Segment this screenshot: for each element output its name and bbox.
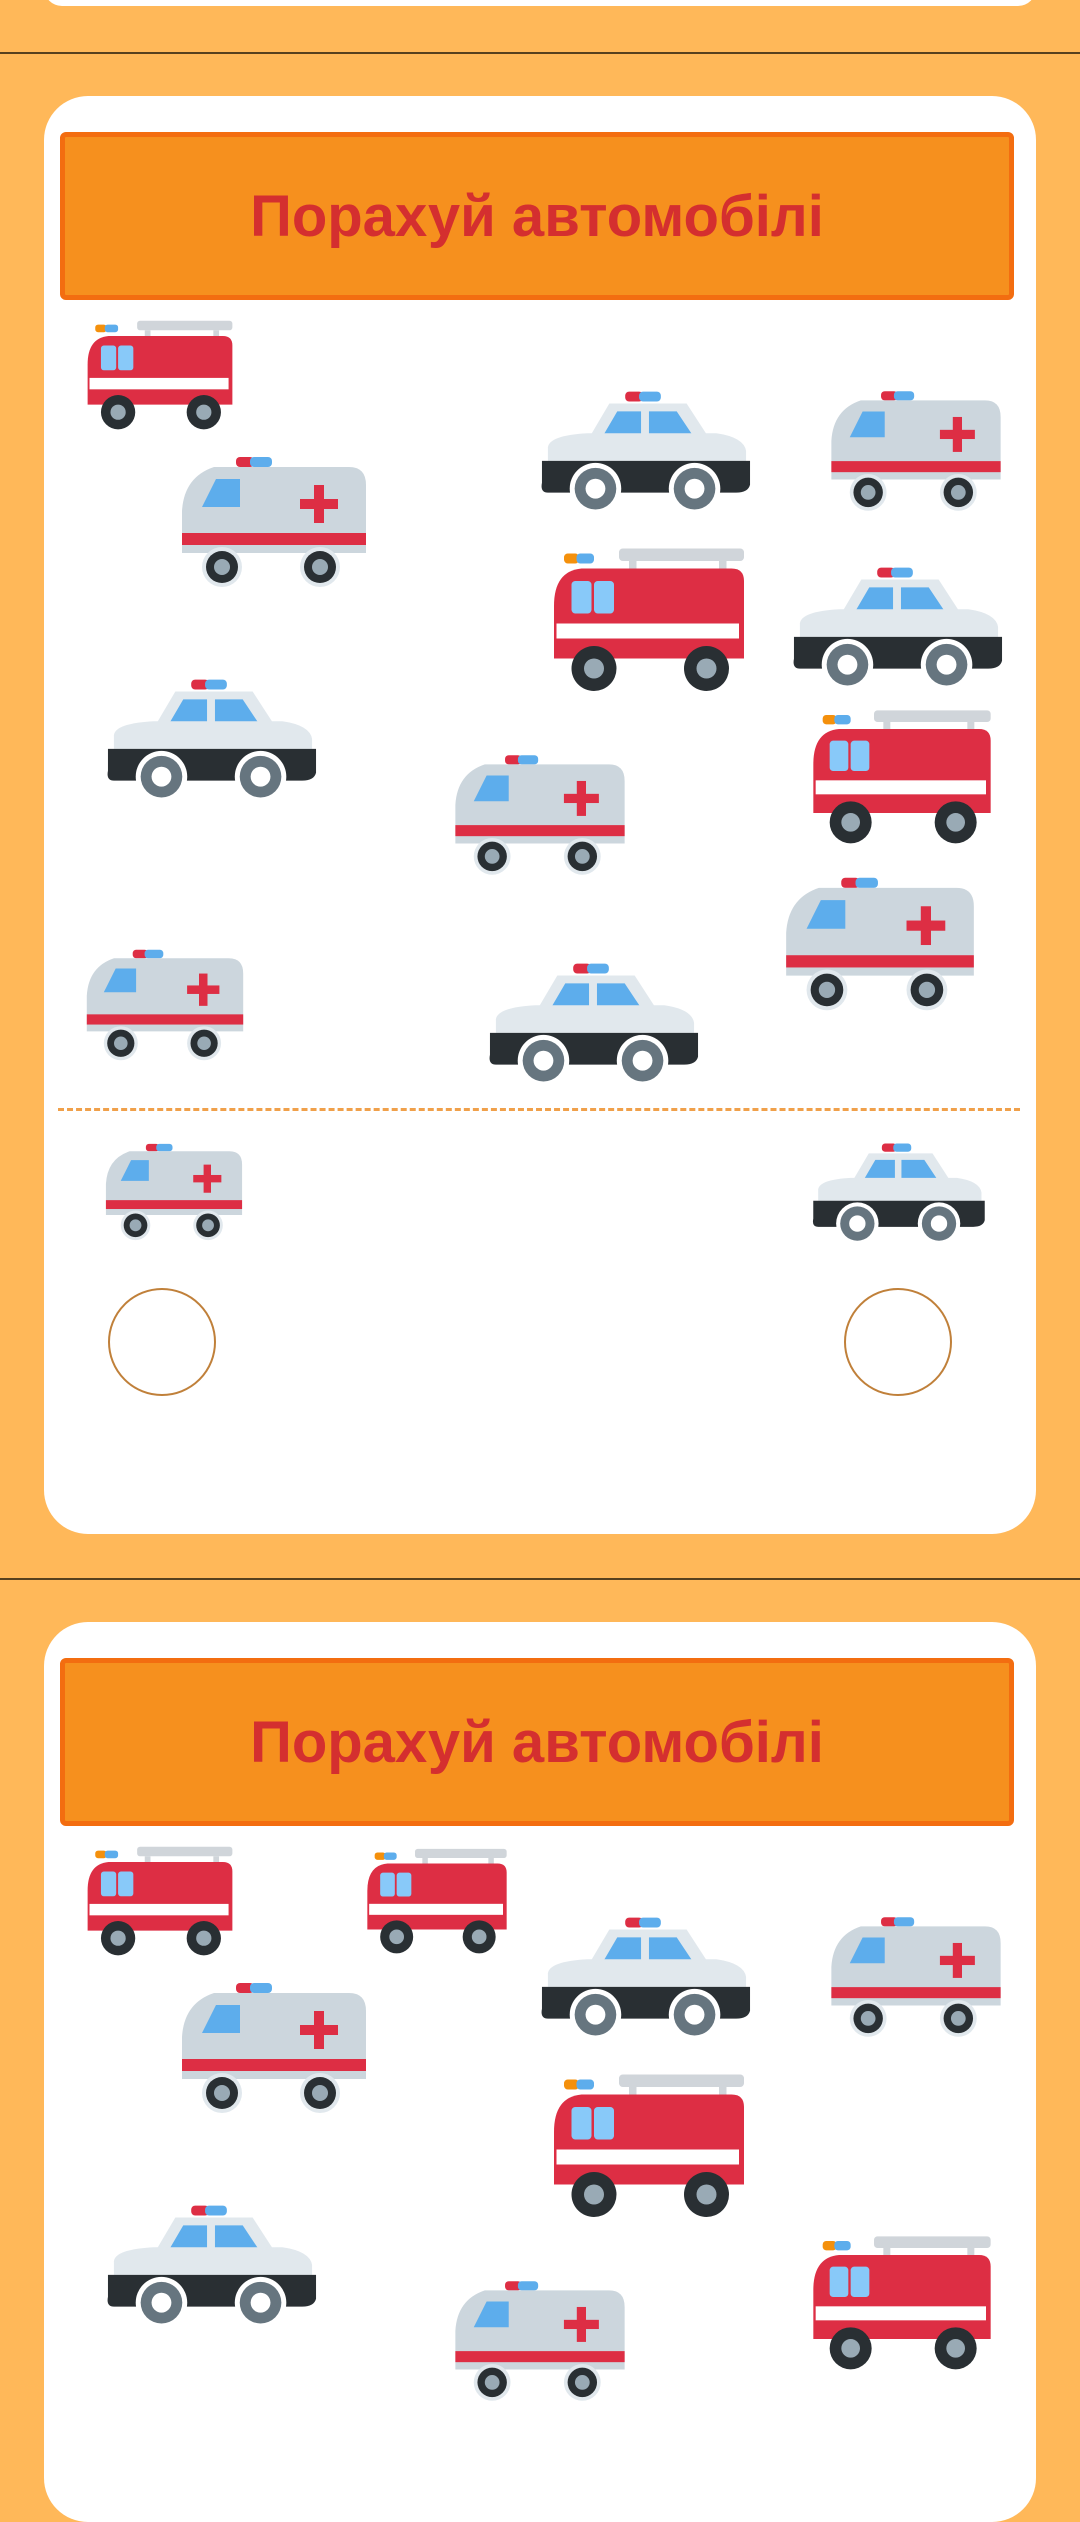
page-title: Порахуй автомобілі bbox=[250, 1709, 824, 1775]
ambulance-icon bbox=[455, 2281, 625, 2401]
ambulance-icon bbox=[105, 1143, 243, 1241]
ambulance-icon bbox=[86, 949, 244, 1061]
ambulance-icon bbox=[182, 457, 366, 587]
page-divider bbox=[0, 1578, 1080, 1580]
police-car-icon bbox=[812, 1143, 985, 1245]
police-car-icon bbox=[793, 567, 1003, 691]
ambulance-icon bbox=[455, 755, 625, 875]
worksheet-card-2: Порахуй автомобілі bbox=[44, 1622, 1036, 2522]
fire-truck-icon bbox=[813, 710, 991, 844]
police-car-icon bbox=[541, 391, 751, 515]
worksheet-card-1: Порахуй автомобілі bbox=[44, 96, 1036, 1534]
ambulance-icon bbox=[182, 1983, 366, 2113]
ambulance-icon bbox=[831, 391, 1001, 511]
ambulance-icon bbox=[786, 877, 974, 1011]
dashed-separator bbox=[58, 1108, 1020, 1111]
title-banner: Порахуй автомобілі bbox=[60, 132, 1014, 300]
fire-truck-icon bbox=[554, 2074, 744, 2217]
police-car-icon bbox=[541, 1917, 751, 2041]
fire-truck-icon bbox=[554, 548, 744, 691]
page-divider bbox=[0, 52, 1080, 54]
page-title: Порахуй автомобілі bbox=[250, 183, 824, 249]
title-banner: Порахуй автомобілі bbox=[60, 1658, 1014, 1826]
fire-truck-icon bbox=[813, 2236, 991, 2370]
fire-truck-icon bbox=[87, 1846, 233, 1956]
previous-page-card bbox=[44, 0, 1036, 6]
fire-truck-icon bbox=[87, 320, 233, 430]
ambulance-icon bbox=[831, 1917, 1001, 2037]
police-car-icon bbox=[107, 2205, 317, 2329]
police-car-icon bbox=[107, 679, 317, 803]
fire-truck-icon bbox=[367, 1848, 507, 1954]
answer-circle-ambulance[interactable] bbox=[108, 1288, 216, 1396]
answer-circle-police-car[interactable] bbox=[844, 1288, 952, 1396]
police-car-icon bbox=[489, 963, 699, 1087]
